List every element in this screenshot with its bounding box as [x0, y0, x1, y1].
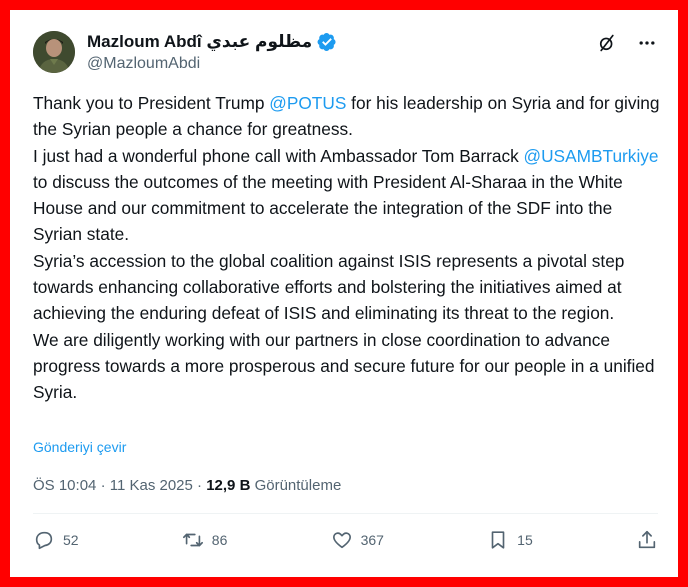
top-actions — [596, 32, 658, 54]
tweet-text-segment: Thank you to President Trump — [33, 93, 270, 113]
author-name[interactable]: Mazloum Abdî مظلوم عبدي — [87, 32, 312, 52]
repost-icon — [182, 533, 203, 547]
tweet-date[interactable]: 11 Kas 2025 — [110, 477, 193, 494]
tweet-paragraph: Thank you to President Trump @POTUS for … — [33, 90, 663, 143]
bookmark-button[interactable]: 15 — [487, 529, 533, 551]
like-count: 367 — [360, 532, 384, 548]
mention-link[interactable]: @POTUS — [269, 93, 346, 113]
tweet-text-segment: to discuss the outcomes of the meeting w… — [33, 171, 623, 245]
author-handle[interactable]: @MazloumAbdi — [87, 55, 200, 73]
tweet-meta: ÖS 10:04 · 11 Kas 2025 · 12,9 B Görüntül… — [33, 477, 341, 494]
translate-link[interactable]: Gönderiyi çevir — [33, 439, 126, 455]
views-label: Görüntüleme — [254, 477, 342, 494]
mention-link[interactable]: @USAMBTurkiye — [524, 146, 659, 166]
verified-badge-icon[interactable] — [317, 32, 337, 52]
share-icon — [638, 530, 656, 549]
reply-button[interactable]: 52 — [33, 529, 79, 551]
tweet-text-segment: We are diligently working with our partn… — [33, 329, 655, 403]
reply-icon — [35, 531, 53, 550]
grok-icon[interactable] — [596, 32, 618, 54]
divider — [33, 513, 658, 514]
reply-count: 52 — [63, 532, 79, 548]
repost-button[interactable]: 86 — [182, 529, 228, 551]
more-icon[interactable] — [636, 32, 658, 54]
meta-separator: · — [197, 477, 203, 494]
like-icon — [332, 532, 351, 549]
share-button[interactable] — [636, 529, 658, 551]
views-count: 12,9 B — [206, 477, 251, 494]
avatar[interactable] — [33, 31, 75, 73]
tweet-paragraph: I just had a wonderful phone call with A… — [33, 143, 663, 248]
repost-count: 86 — [211, 532, 228, 548]
tweet-paragraph: We are diligently working with our partn… — [33, 327, 663, 406]
meta-separator: · — [100, 477, 106, 494]
tweet-card: Mazloum Abdî مظلوم عبدي @MazloumAbdi Tha… — [10, 10, 678, 577]
bookmark-icon — [491, 531, 505, 549]
tweet-text: Thank you to President Trump @POTUS for … — [33, 90, 663, 406]
tweet-text-segment: I just had a wonderful phone call with A… — [33, 145, 524, 166]
like-button[interactable]: 367 — [331, 529, 384, 551]
author-name-row[interactable]: Mazloum Abdî مظلوم عبدي — [87, 32, 337, 52]
tweet-text-segment: Syria’s accession to the global coalitio… — [33, 250, 625, 324]
bookmark-count: 15 — [517, 532, 533, 548]
tweet-time[interactable]: ÖS 10:04 — [33, 477, 96, 494]
tweet-paragraph: Syria’s accession to the global coalitio… — [33, 248, 663, 327]
action-bar: 52 86 367 15 — [33, 525, 658, 555]
